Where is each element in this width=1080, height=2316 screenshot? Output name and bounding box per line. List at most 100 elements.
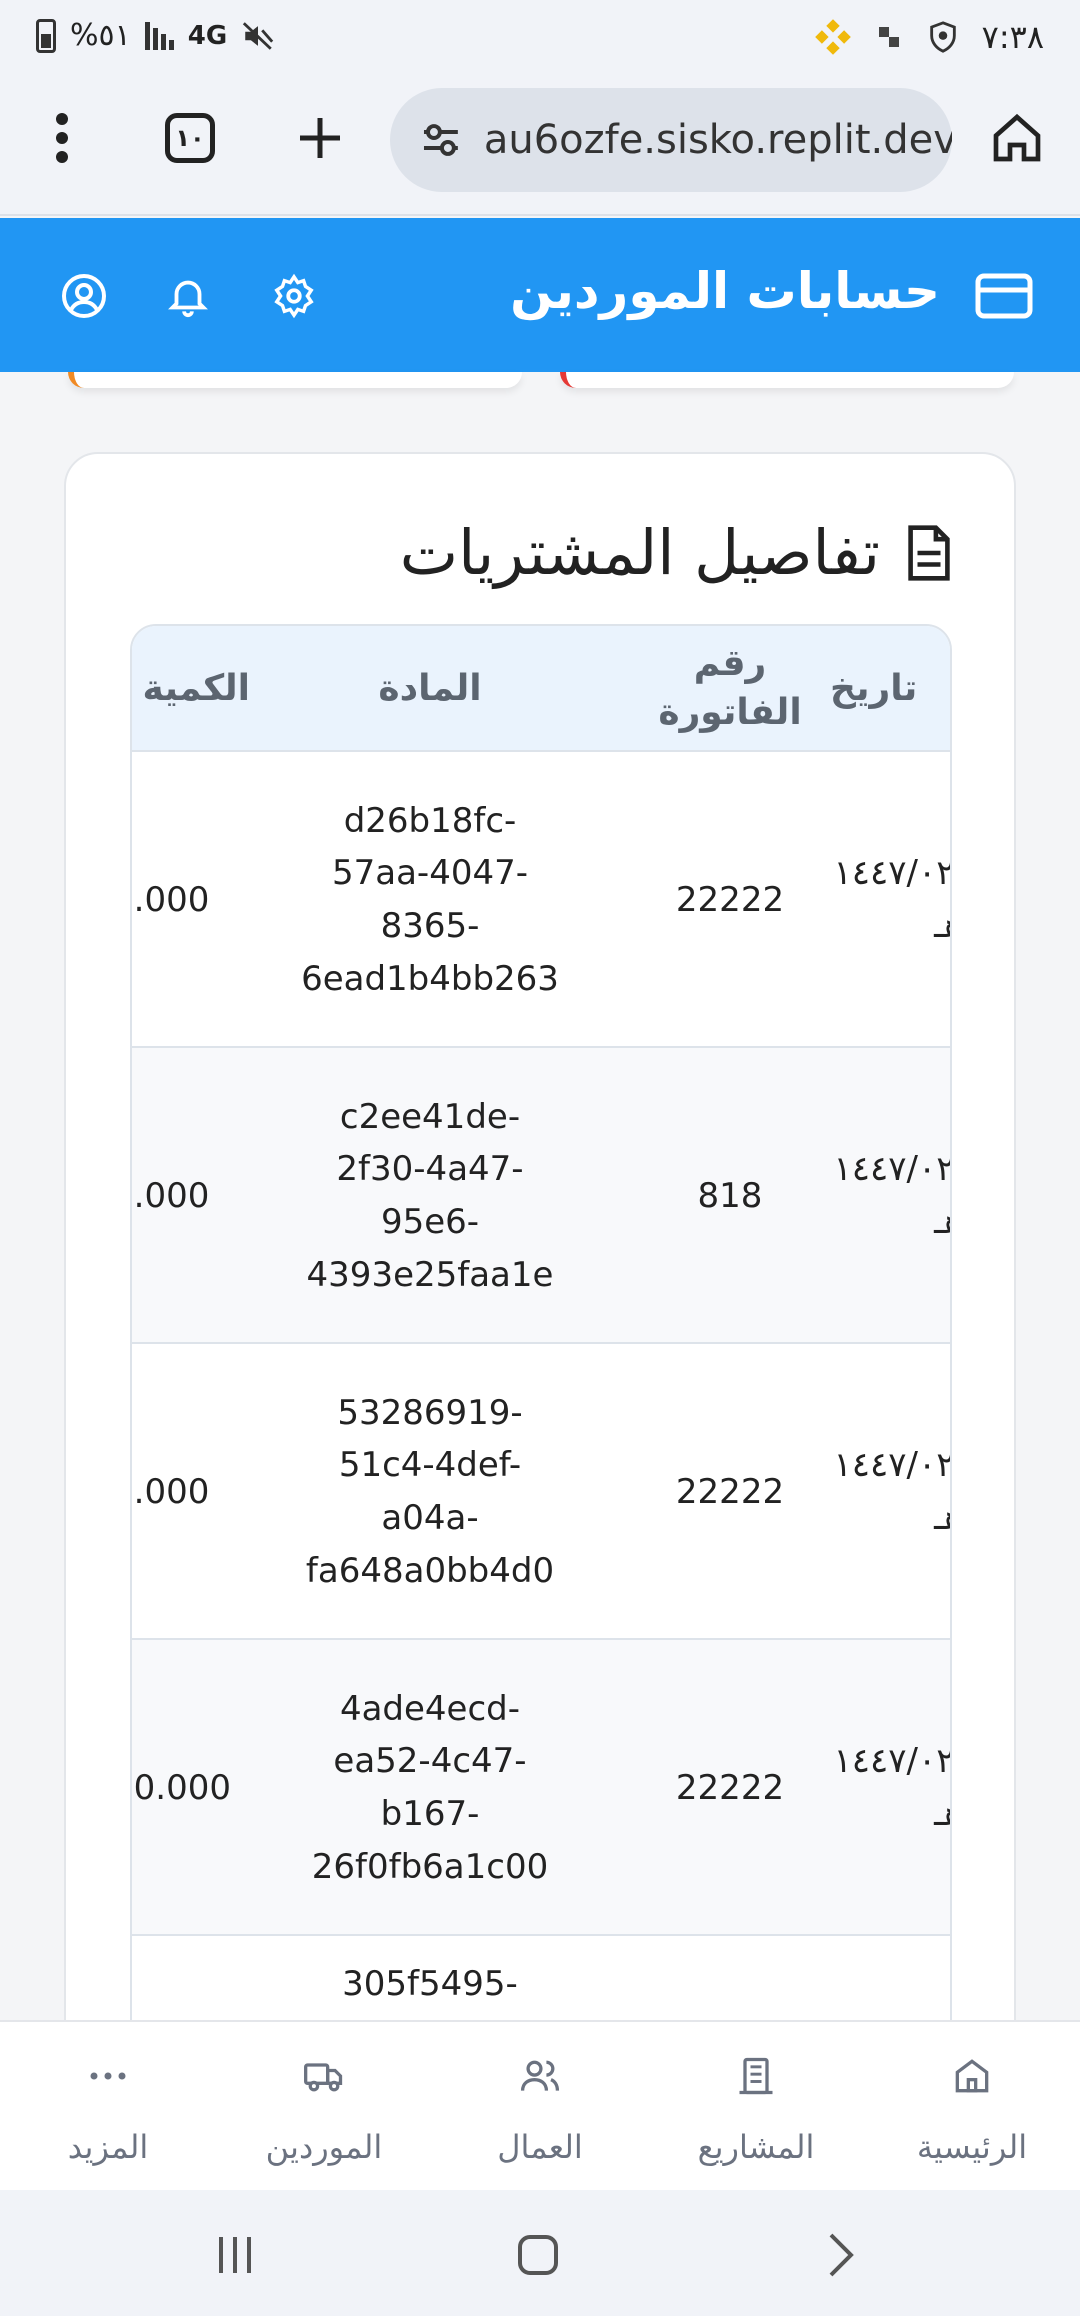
profile-icon[interactable] (52, 264, 116, 328)
tab-count: ١٠ (165, 113, 215, 163)
section-title: تفاصيل المشتريات (399, 516, 880, 589)
recent-apps-icon[interactable] (200, 2220, 270, 2290)
quantity-cell: 1.000 (132, 1471, 210, 1512)
site-settings-icon[interactable] (420, 119, 462, 161)
table-row[interactable]: ١٤٤٧/٠٢/هـ 818 c2ee41de- 2f30-4a47- 95e6- 4… (132, 1048, 950, 1344)
item-line: a04a- (381, 1498, 479, 1538)
item-line: 57aa-4047- (332, 853, 528, 894)
bottom-navigation: الرئيسية المشاريع العمال الموردين المزيد (0, 2020, 1080, 2190)
quantity-cell: 1.000 (132, 1175, 210, 1216)
invoice-cell: 22222 (675, 1767, 785, 1808)
truck-icon (294, 2046, 354, 2106)
browser-menu-icon[interactable] (30, 106, 94, 170)
column-header-invoice: رقم الفاتورة (658, 643, 802, 733)
signal-icon (144, 21, 174, 50)
back-icon[interactable] (805, 2220, 875, 2290)
date-suffix: هـ (934, 1202, 950, 1242)
section-header: تفاصيل المشتريات (400, 516, 952, 589)
item-cell: c2ee41de- 2f30-4a47- 95e6- 4393e25faa1e (255, 1048, 605, 1344)
item-line: 95e6- (380, 1202, 480, 1242)
quantity-cell: 20.000 (132, 1767, 231, 1808)
nav-projects-label: المشاريع (697, 2128, 815, 2166)
url-text: au6ozfe.sisko.replit.dev (483, 117, 952, 163)
item-line: 6ead1b4bb263 (301, 958, 559, 999)
invoice-cell: 22222 (675, 879, 785, 920)
item-line: 4ade4ecd- (339, 1688, 521, 1729)
date-cell: ١٤٤٧/٠٢/هـ (822, 752, 951, 1048)
item-line: 2f30-4a47- (336, 1149, 524, 1190)
page-title: حسابات الموردين (510, 262, 940, 320)
item-line: 51c4-4def- (338, 1445, 522, 1486)
column-header-date: تاريخ (830, 667, 918, 709)
date-cell: ١٤٤٧/٠٢/هـ (822, 1640, 951, 1936)
users-icon (510, 2046, 570, 2106)
table-header: تاريخ رقم الفاتورة المادة الكمية (132, 626, 950, 752)
date-value: ١٤٤٧/٠٢/ (833, 1741, 951, 1782)
item-line: 26f0fb6a1c00 (311, 1846, 549, 1887)
status-bar: %٥١ 4G ٧:٣٨ (0, 0, 1080, 80)
date-cell: ١٤٤٧/٠٢/هـ (822, 1344, 951, 1640)
home-icon (942, 2046, 1002, 2106)
nav-more[interactable]: المزيد (18, 2042, 198, 2182)
purchases-table[interactable]: تاريخ رقم الفاتورة المادة الكمية ١٤٤٧/٠٢… (130, 624, 952, 2234)
item-cell: 53286919- 51c4-4def-a04a-fa648a0bb4d0 (255, 1344, 605, 1640)
nav-suppliers[interactable]: الموردين (234, 2042, 414, 2182)
status-right: ٧:٣٨ (814, 18, 1044, 56)
nav-home[interactable]: الرئيسية (882, 2042, 1062, 2182)
nav-more-label: المزيد (67, 2128, 149, 2166)
item-line: 4393e25faa1e (306, 1254, 554, 1295)
home-nav-icon[interactable] (503, 2220, 573, 2290)
battery-icon (36, 18, 56, 53)
date-value: ١٤٤٧/٠٢/ (833, 1149, 951, 1190)
purchases-card: تفاصيل المشتريات تاريخ رقم الفاتورة الما… (64, 452, 1016, 2252)
nav-workers[interactable]: العمال (450, 2042, 630, 2182)
binance-icon (814, 19, 851, 55)
home-browser-icon[interactable] (985, 106, 1049, 170)
nav-suppliers-label: الموردين (265, 2128, 383, 2166)
new-tab-icon[interactable] (288, 106, 352, 170)
shield-icon (929, 21, 956, 53)
nav-home-label: الرئيسية (916, 2128, 1028, 2166)
invoice-cell: 22222 (675, 1471, 785, 1512)
date-value: ١٤٤٧/٠٢/ (833, 1445, 951, 1486)
table-row[interactable]: ١٤٤٧/٠٢/هـ 22222 d26b18fc- 57aa-4047- 8365… (132, 752, 950, 1048)
document-icon (908, 524, 950, 581)
date-suffix: هـ (934, 1498, 950, 1538)
tab-switcher-button[interactable]: ١٠ (158, 106, 222, 170)
item-line: d26b18fc- (343, 800, 517, 841)
item-cell: 4ade4ecd-ea52-4c47- b167- 26f0fb6a1c00 (255, 1640, 605, 1936)
table-row[interactable]: ١٤٤٧/٠٢/هـ 22222 4ade4ecd-ea52-4c47- b167… (132, 1640, 950, 1936)
date-cell: ١٤٤٧/٠٢/هـ (822, 1048, 951, 1344)
date-suffix: هـ (934, 1794, 950, 1834)
status-left: %٥١ 4G (36, 18, 275, 53)
settings-icon[interactable] (262, 264, 326, 328)
item-line: 53286919- (337, 1392, 523, 1433)
clock: ٧:٣٨ (981, 18, 1044, 56)
date-suffix: هـ (934, 906, 950, 946)
item-line: ea52-4c47- (333, 1741, 527, 1782)
mute-icon (243, 21, 274, 50)
notifications-icon[interactable] (156, 264, 220, 328)
building-icon (726, 2046, 786, 2106)
network-type: 4G (187, 20, 228, 51)
item-cell: d26b18fc- 57aa-4047- 8365- 6ead1b4bb263 (255, 752, 605, 1048)
item-line: 305f5495- (342, 1964, 518, 2004)
item-line: b167- (380, 1794, 480, 1834)
credit-card-icon (974, 264, 1034, 328)
browser-toolbar: ١٠ au6ozfe.sisko.replit.dev (0, 80, 1080, 216)
summary-card-peek (560, 372, 1014, 388)
system-navigation (0, 2190, 1080, 2316)
table-row[interactable]: ١٤٤٧/٠٢/هـ 22222 53286919- 51c4-4def-a04a… (132, 1344, 950, 1640)
app-notification-icon (878, 27, 899, 47)
column-header-quantity: الكمية (142, 667, 250, 709)
column-header-item: المادة (378, 667, 482, 709)
more-icon (78, 2046, 138, 2106)
address-bar[interactable]: au6ozfe.sisko.replit.dev (390, 88, 952, 192)
item-line: c2ee41de- (339, 1096, 521, 1137)
nav-workers-label: العمال (497, 2128, 583, 2166)
date-value: ١٤٤٧/٠٢/ (833, 853, 951, 894)
nav-projects[interactable]: المشاريع (666, 2042, 846, 2182)
invoice-cell: 818 (697, 1175, 763, 1216)
item-line: 8365- (380, 906, 480, 946)
quantity-cell: 8.000 (132, 879, 210, 920)
